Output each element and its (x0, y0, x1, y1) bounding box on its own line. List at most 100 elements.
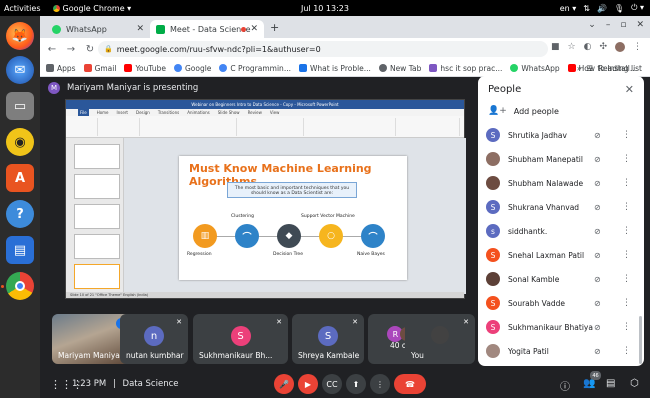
extensions-puzzle-icon[interactable]: ✣ (599, 42, 607, 52)
reading-list-button[interactable]: Reading list (598, 64, 642, 73)
participant-row[interactable]: S Shrutika Jadhav ⊘ ⋮ (478, 124, 644, 146)
participant-row[interactable]: S Sukhmanikaur Bhatiya ⊘ ⋮ (478, 316, 644, 338)
captions-button[interactable]: CC (322, 374, 342, 394)
bookmark-youtube[interactable]: YouTube (124, 64, 166, 73)
close-window-button[interactable]: ✕ (636, 20, 644, 30)
thunderbird-icon[interactable]: ✉ (6, 56, 34, 84)
participant-row[interactable]: Sonal Kamble ⊘ ⋮ (478, 268, 644, 290)
bookmark-what-is-problem[interactable]: What is Proble... (298, 64, 371, 73)
activities-button[interactable]: Activities (4, 4, 41, 13)
mic-off-icon: ⊘ (594, 346, 601, 356)
more-options-icon[interactable]: ⋮ (622, 298, 631, 308)
close-icon[interactable]: ✕ (625, 83, 634, 96)
bookmark-gmail[interactable]: Gmail (83, 64, 116, 73)
system-tray[interactable]: en ▾ ⇅ 🔊 🎙 ⏻ ▾ (560, 3, 644, 13)
hang-up-icon: ☎ (405, 379, 415, 389)
bookmark-whatsapp[interactable]: WhatsApp (510, 63, 560, 73)
present-button[interactable]: ⬆ (346, 374, 366, 394)
participant-tile[interactable]: ✕ S Shreya Kambale (292, 314, 364, 364)
powerpoint-ribbon (66, 116, 464, 138)
window-controls: ⌄ – ▫ ✕ (588, 20, 644, 30)
bookmark-new-tab[interactable]: New Tab (378, 64, 421, 73)
bookmark-star-icon[interactable]: ☆ (568, 42, 576, 52)
more-options-icon[interactable]: ⋮ (622, 226, 631, 236)
add-people-button[interactable]: 👤+ Add people (488, 106, 559, 116)
powerpoint-ribbon-tabs: File Home Insert Design Transitions Anim… (66, 109, 464, 116)
activities-button[interactable]: ⬡ (630, 378, 639, 389)
close-icon[interactable]: ✕ (250, 24, 258, 34)
participant-row[interactable]: s siddhantk. ⊘ ⋮ (478, 220, 644, 242)
libreoffice-writer-icon[interactable]: ▤ (6, 236, 34, 264)
back-button[interactable]: ← (45, 44, 59, 55)
panel-scrollbar[interactable] (639, 316, 642, 364)
minimize-button[interactable]: – (606, 20, 611, 30)
mic-off-icon: ✕ (276, 318, 282, 326)
participant-row[interactable]: S Snehal Laxman Patil ⊘ ⋮ (478, 244, 644, 266)
more-bookmarks-button[interactable]: » (577, 64, 582, 73)
address-bar[interactable]: 🔒 meet.google.com/ruu-sfvw-ndc?pli=1&aut… (98, 41, 548, 57)
participant-row[interactable]: Yogita Patil ⊘ ⋮ (478, 340, 644, 362)
language-indicator[interactable]: en ▾ (560, 4, 577, 13)
bookmark-label: C Programmin... (230, 63, 291, 73)
files-icon[interactable]: ▭ (6, 92, 34, 120)
meeting-info-button[interactable]: ⓘ (560, 378, 570, 393)
participant-row[interactable]: S Sourabh Vadde ⊘ ⋮ (478, 292, 644, 314)
more-options-icon[interactable]: ⋮ (622, 130, 631, 140)
more-options-button[interactable]: ⋮ (370, 374, 390, 394)
chat-button[interactable]: ▤ (606, 378, 615, 389)
software-center-icon[interactable]: A (6, 164, 34, 192)
menu-icon[interactable]: ⋮ (633, 42, 642, 52)
participant-avatar: S (230, 326, 251, 346)
youtube-icon (124, 64, 133, 72)
rhythmbox-icon[interactable]: ◉ (6, 128, 34, 156)
bookmark-c-programming[interactable]: C Programmin... (219, 64, 291, 73)
more-options-icon[interactable]: ⋮ (622, 178, 631, 188)
new-tab-button[interactable]: + (270, 21, 279, 34)
more-options-icon[interactable]: ⋮ (622, 250, 631, 260)
bookmark-label: WhatsApp (521, 63, 560, 73)
chrome-dock-icon[interactable] (6, 272, 34, 300)
firefox-icon[interactable]: 🦊 (6, 22, 34, 50)
more-options-icon[interactable]: ⋮ (622, 202, 631, 212)
participant-name: Shubham Manepatil (508, 154, 583, 164)
slide: Must Know Machine Learning Algorithms Th… (179, 156, 407, 280)
bookmark-apps[interactable]: Apps (46, 64, 76, 73)
help-icon[interactable]: ? (6, 200, 34, 228)
tab-meet[interactable]: Meet - Data Science ✕ (150, 20, 264, 38)
slide-thumbnail (74, 174, 120, 199)
participant-row[interactable]: S Shukrana Vhanvad ⊘ ⋮ (478, 196, 644, 218)
tab-search-icon[interactable]: ⌄ (588, 20, 596, 30)
slide-thumbnail-selected (74, 264, 120, 289)
participant-avatar (486, 152, 500, 166)
tab-whatsapp[interactable]: WhatsApp ✕ (46, 20, 150, 38)
more-options-icon[interactable]: ⋮ (622, 346, 631, 356)
reload-button[interactable]: ↻ (83, 44, 97, 55)
bookmark-google[interactable]: Google (173, 64, 211, 73)
close-icon[interactable]: ✕ (136, 24, 144, 34)
participant-tile[interactable]: ✕ n nutan kumbhar (120, 314, 188, 364)
participant-row[interactable]: Shubham Nalawade ⊘ ⋮ (478, 172, 644, 194)
extension-icon[interactable]: ◐ (584, 42, 592, 52)
profile-avatar[interactable] (615, 42, 625, 52)
self-tile[interactable]: ✕ You (405, 314, 475, 364)
more-options-icon[interactable]: ⋮ (622, 154, 631, 164)
apps-grid-icon (46, 64, 54, 72)
google-icon (219, 64, 228, 72)
camera-icon[interactable]: ■ (551, 42, 560, 52)
leave-call-button[interactable]: ☎ (394, 374, 426, 394)
algo-label: Naive Bayes (357, 252, 385, 257)
forward-button[interactable]: → (64, 44, 78, 55)
participant-avatar: S (486, 320, 500, 334)
camera-toggle[interactable]: ▶ (298, 374, 318, 394)
participant-row[interactable]: Shubham Manepatil ⊘ ⋮ (478, 148, 644, 170)
chrome-icon (52, 4, 60, 12)
bookmark-hsc[interactable]: hsc it sop prac... (429, 64, 502, 73)
participant-tile[interactable]: ✕ S Sukhmanikaur Bh... (193, 314, 288, 364)
more-options-icon[interactable]: ⋮ (622, 322, 631, 332)
mic-off-icon: ⊘ (594, 130, 601, 140)
maximize-button[interactable]: ▫ (620, 20, 626, 30)
app-menu[interactable]: Google Chrome ▾ (52, 4, 131, 13)
participant-name: Shreya Kambale (298, 351, 360, 360)
microphone-toggle[interactable]: 🎤 (274, 374, 294, 394)
more-options-icon[interactable]: ⋮ (622, 274, 631, 284)
